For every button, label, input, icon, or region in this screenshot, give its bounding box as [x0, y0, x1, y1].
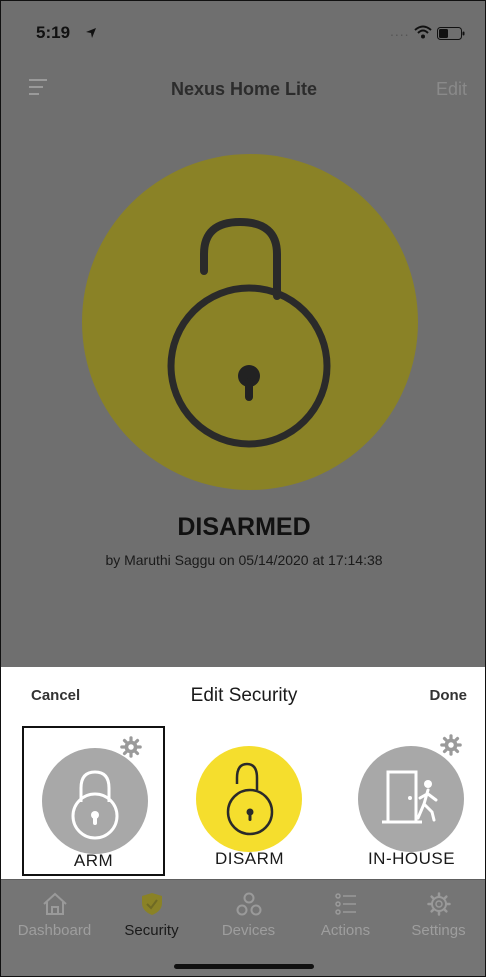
list-icon	[334, 893, 356, 915]
in-house-option[interactable]: IN-HOUSE	[340, 726, 483, 876]
signal-dots: ....	[390, 23, 410, 39]
tab-dashboard[interactable]: Dashboard	[6, 892, 103, 939]
page-title: Nexus Home Lite	[170, 79, 318, 99]
sheet-title: Edit Security	[190, 685, 298, 706]
security-screen-dimmed: 5:19 .... Nexus Home Lite Edit DISARMED …	[1, 1, 485, 667]
arm-label: ARM	[73, 851, 114, 870]
disarm-circle[interactable]	[196, 746, 302, 852]
devices-icon	[236, 892, 261, 916]
tab-bar: Dashboard Security Devices Actions Setti…	[1, 879, 485, 976]
battery-icon	[437, 27, 465, 40]
disarm-option[interactable]: DISARM	[178, 726, 321, 876]
tab-label: Security	[124, 922, 179, 939]
status-time: 5:19	[36, 23, 71, 42]
edit-security-sheet: Cancel Edit Security Done ARM DISARM IN-…	[1, 667, 485, 879]
tab-label: Actions	[320, 922, 371, 939]
last-change-byline: by Maruthi Saggu on 05/14/2020 at 17:14:…	[105, 552, 383, 568]
in-house-circle[interactable]	[358, 746, 464, 852]
tab-devices[interactable]: Devices	[200, 892, 297, 939]
tab-label: Settings	[411, 922, 466, 939]
tab-actions[interactable]: Actions	[297, 892, 394, 939]
disarm-label: DISARM	[214, 849, 285, 868]
home-icon	[42, 892, 67, 915]
app-screen: 5:19 .... Nexus Home Lite Edit DISARMED …	[0, 0, 486, 977]
locked-padlock-icon	[71, 770, 119, 840]
tab-label: Devices	[221, 922, 276, 939]
security-state-label: DISARMED	[177, 513, 311, 541]
security-status-circle	[82, 154, 418, 490]
gear-icon[interactable]	[120, 736, 142, 758]
shield-icon	[141, 893, 162, 915]
status-bar: 5:19 ....	[1, 19, 485, 49]
gear-icon	[426, 892, 451, 916]
edit-button[interactable]: Edit	[436, 79, 467, 100]
tab-label: Dashboard	[17, 922, 92, 939]
arm-option[interactable]: ARM	[22, 726, 165, 876]
wifi-icon	[414, 25, 432, 39]
unlocked-padlock-icon	[167, 217, 331, 448]
unlocked-padlock-icon	[226, 762, 274, 836]
arm-circle[interactable]	[42, 748, 148, 854]
done-button[interactable]: Done	[430, 687, 468, 704]
gear-icon[interactable]	[440, 734, 462, 756]
in-house-label: IN-HOUSE	[367, 849, 456, 868]
location-arrow-icon	[86, 28, 96, 38]
nav-bar: Nexus Home Lite Edit	[1, 71, 485, 111]
home-indicator[interactable]	[174, 964, 314, 969]
person-door-icon	[382, 770, 438, 824]
tab-settings[interactable]: Settings	[390, 892, 485, 939]
tab-security[interactable]: Security	[103, 892, 200, 939]
